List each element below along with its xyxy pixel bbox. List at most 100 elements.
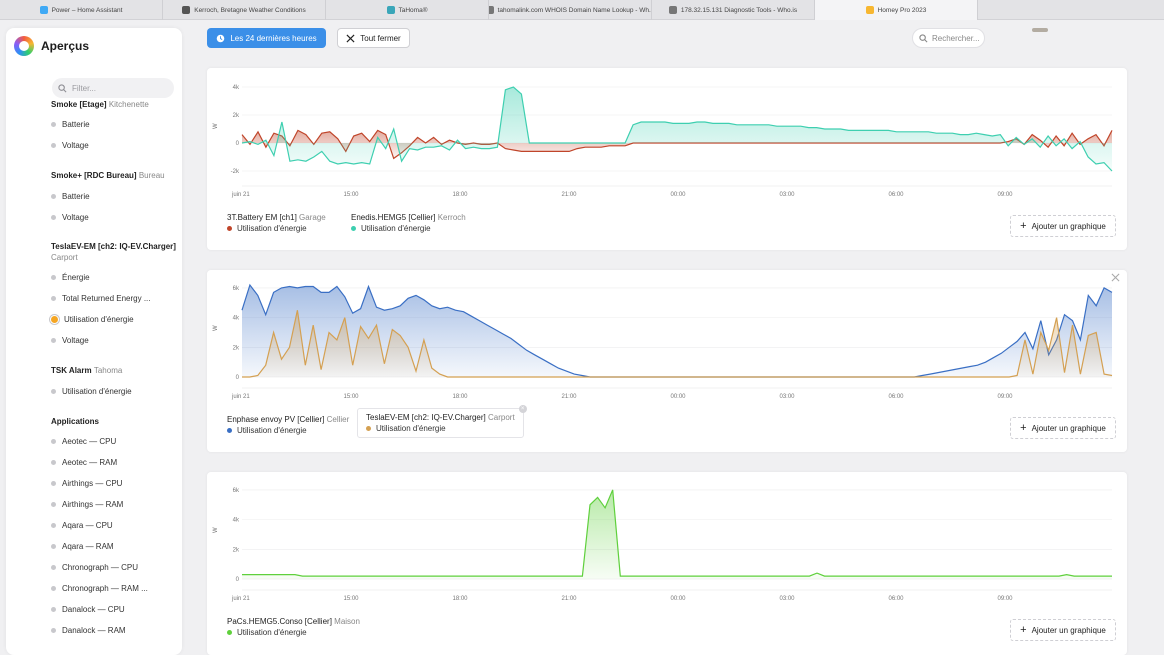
sidebar-metric-item[interactable]: Chronograph — CPU bbox=[51, 563, 138, 572]
close-all-button[interactable]: Tout fermer bbox=[337, 28, 410, 48]
sidebar-metric-item[interactable]: Voltage bbox=[51, 141, 89, 150]
legend-metric-label: Utilisation d'énergie bbox=[361, 224, 431, 233]
filter-box[interactable] bbox=[52, 78, 174, 98]
sidebar-metric-item[interactable]: Airthings — RAM bbox=[51, 500, 123, 509]
browser-tab[interactable]: Kerroch, Bretagne Weather Conditions bbox=[163, 0, 326, 20]
sidebar-metric-item[interactable]: Énergie bbox=[51, 273, 90, 282]
sidebar-metric-item[interactable]: Voltage bbox=[51, 336, 89, 345]
browser-tab[interactable]: Power – Home Assistant bbox=[0, 0, 163, 20]
legend-metric-label: Utilisation d'énergie bbox=[237, 628, 307, 637]
legend-metric: Utilisation d'énergie bbox=[351, 224, 466, 233]
device-heading: Smoke+ [RDC Bureau] Bureau bbox=[51, 171, 165, 180]
device-name: Smoke [Etage] bbox=[51, 100, 107, 109]
sidebar-metric-item[interactable]: Aeotec — CPU bbox=[51, 437, 116, 446]
x-tick-label: 18:00 bbox=[452, 394, 468, 400]
legend-metric: Utilisation d'énergie bbox=[227, 224, 326, 233]
status-dot-icon bbox=[51, 628, 56, 633]
sidebar-metric-label: Voltage bbox=[62, 141, 89, 150]
status-dot-icon bbox=[51, 338, 56, 343]
legend-item[interactable]: PaCs.HEMG5.Conso [Cellier] Maison Utilisa… bbox=[227, 617, 360, 637]
device-zone: Tahoma bbox=[93, 366, 123, 375]
add-chart-label: Ajouter un graphique bbox=[1031, 221, 1106, 231]
close-chart-icon[interactable] bbox=[1111, 273, 1125, 287]
legend-title: PaCs.HEMG5.Conso [Cellier] Maison bbox=[227, 617, 360, 626]
sidebar-metric-label: Aeotec — RAM bbox=[62, 458, 118, 467]
device-name: TSK Alarm bbox=[51, 366, 92, 375]
sidebar-metric-item[interactable]: Danalock — CPU bbox=[51, 605, 125, 614]
sidebar-metric-label: Airthings — RAM bbox=[62, 500, 124, 509]
y-tick-label: 2k bbox=[233, 345, 240, 351]
x-tick-label: 06:00 bbox=[888, 394, 904, 400]
favicon-icon bbox=[489, 6, 494, 14]
sidebar-metric-item[interactable]: Chronograph — RAM ... bbox=[51, 584, 148, 593]
x-tick-label: 18:00 bbox=[452, 192, 468, 198]
legend-item[interactable]: TeslaEV-EM [ch2: IQ-EV.Charger] Carport U… bbox=[357, 405, 527, 438]
sidebar-metric-item[interactable]: Aqara — CPU bbox=[51, 521, 113, 530]
browser-tab[interactable]: Homey Pro 2023 bbox=[815, 0, 978, 20]
sidebar-metric-item[interactable]: Batterie bbox=[51, 192, 90, 201]
y-tick-label: 0 bbox=[236, 141, 240, 147]
favicon-icon bbox=[39, 6, 48, 14]
browser-tab[interactable]: 178.32.15.131 Diagnostic Tools - Who.is bbox=[652, 0, 815, 20]
y-axis-label: W bbox=[213, 325, 219, 331]
clock-icon bbox=[217, 34, 225, 42]
sidebar-metric-item[interactable]: Voltage bbox=[51, 213, 89, 222]
x-tick-label: 09:00 bbox=[997, 596, 1013, 602]
plus-icon: + bbox=[1020, 624, 1027, 636]
legend-item[interactable]: Enphase envoy PV [Cellier] Cellier Utilis… bbox=[227, 415, 349, 435]
time-range-button[interactable]: Les 24 dernières heures bbox=[207, 28, 326, 48]
plus-icon: + bbox=[1020, 220, 1027, 232]
legend-zone: Carport bbox=[488, 413, 515, 422]
legend-metric-label: Utilisation d'énergie bbox=[237, 224, 307, 233]
legend-remove-icon[interactable]: × bbox=[518, 405, 527, 413]
x-tick-label: juin 21 bbox=[231, 596, 250, 602]
chart-svg: 6k 4k 2k 0 Wjuin 21 15:00 18:00 21:00 00:00 03:00… bbox=[213, 488, 1112, 602]
sidebar-metric-item[interactable]: Utilisation d'énergie bbox=[51, 387, 132, 396]
sidebar-metric-label: Danalock — CPU bbox=[62, 605, 125, 614]
add-chart-button[interactable]: + Ajouter un graphique bbox=[1010, 619, 1116, 641]
sidebar-metric-item[interactable]: Utilisation d'énergie bbox=[51, 315, 134, 324]
add-chart-button[interactable]: + Ajouter un graphique bbox=[1010, 215, 1116, 237]
x-tick-label: 15:00 bbox=[343, 596, 359, 602]
chart-svg: 6k 4k 2k 0 Wjuin 21 15:00 18:00 21:00 00:00 03:00… bbox=[213, 283, 1113, 400]
x-tick-label: 03:00 bbox=[779, 596, 795, 602]
search-icon bbox=[919, 33, 928, 42]
legend-item[interactable]: Enedis.HEMG5 [Cellier] Kerroch Utilisatio… bbox=[351, 213, 466, 233]
homey-logo bbox=[14, 36, 34, 56]
sidebar-metric-item[interactable]: Total Returned Energy ... bbox=[51, 294, 151, 303]
device-name: TeslaEV-EM [ch2: IQ-EV.Charger] bbox=[51, 242, 176, 251]
sidebar-metric-item[interactable]: Aeotec — RAM bbox=[51, 458, 117, 467]
y-tick-label: 6k bbox=[233, 286, 240, 292]
sidebar-metric-item[interactable]: Batterie bbox=[51, 120, 90, 129]
search-input[interactable] bbox=[932, 33, 982, 43]
sidebar-metric-label: Aeotec — CPU bbox=[62, 437, 117, 446]
sidebar-metric-label: Utilisation d'énergie bbox=[64, 315, 134, 324]
legend-title: Enedis.HEMG5 [Cellier] Kerroch bbox=[351, 213, 466, 222]
x-tick-label: 21:00 bbox=[561, 192, 577, 198]
sidebar-metric-label: Voltage bbox=[62, 213, 89, 222]
x-tick-label: 06:00 bbox=[888, 192, 904, 198]
avatar[interactable] bbox=[1032, 28, 1048, 32]
search-box[interactable] bbox=[912, 28, 985, 48]
x-tick-label: 09:00 bbox=[997, 192, 1013, 198]
status-dot-icon bbox=[51, 502, 56, 507]
legend-metric: Utilisation d'énergie bbox=[366, 424, 515, 433]
legend-color-dot bbox=[366, 426, 371, 431]
y-tick-label: 0 bbox=[236, 375, 240, 381]
device-heading: TeslaEV-EM [ch2: IQ-EV.Charger] bbox=[51, 242, 176, 251]
browser-tab[interactable]: TaHoma® bbox=[326, 0, 489, 20]
filter-input[interactable] bbox=[72, 83, 168, 93]
sidebar-metric-label: Batterie bbox=[62, 120, 90, 129]
browser-tab[interactable]: tahomalink.com WHOIS Domain Name Lookup … bbox=[489, 0, 652, 20]
x-tick-label: juin 21 bbox=[231, 394, 250, 400]
legend-item[interactable]: 3T.Battery EM [ch1] Garage Utilisation d'… bbox=[227, 213, 326, 233]
legend-zone: Kerroch bbox=[437, 213, 466, 222]
x-tick-label: 03:00 bbox=[779, 192, 795, 198]
device-heading: Smoke [Etage] Kitchenette bbox=[51, 100, 149, 109]
x-tick-label: 00:00 bbox=[670, 596, 686, 602]
legend-title: 3T.Battery EM [ch1] Garage bbox=[227, 213, 326, 222]
add-chart-button[interactable]: + Ajouter un graphique bbox=[1010, 417, 1116, 439]
sidebar-metric-item[interactable]: Danalock — RAM bbox=[51, 626, 126, 635]
sidebar-metric-item[interactable]: Airthings — CPU bbox=[51, 479, 122, 488]
sidebar-metric-item[interactable]: Aqara — RAM bbox=[51, 542, 114, 551]
